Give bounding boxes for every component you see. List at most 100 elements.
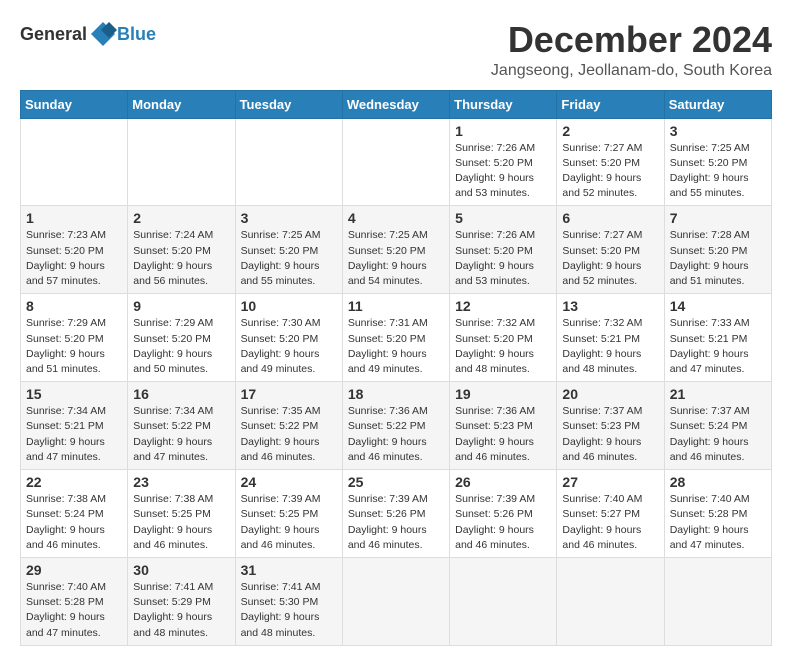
- day-number: 14: [670, 298, 766, 314]
- day-cell: 4 Sunrise: 7:25 AMSunset: 5:20 PMDaylight…: [342, 206, 449, 294]
- day-number: 5: [455, 210, 551, 226]
- day-cell: 31 Sunrise: 7:41 AMSunset: 5:30 PMDayligh…: [235, 557, 342, 645]
- calendar-subtitle: Jangseong, Jeollanam-do, South Korea: [491, 62, 772, 80]
- day-number: 13: [562, 298, 658, 314]
- day-number: 6: [562, 210, 658, 226]
- day-cell: 24 Sunrise: 7:39 AMSunset: 5:25 PMDayligh…: [235, 470, 342, 558]
- day-number: 28: [670, 474, 766, 490]
- header: General Blue December 2024 Jangseong, Je…: [20, 20, 772, 80]
- day-info: Sunrise: 7:37 AMSunset: 5:23 PMDaylight:…: [562, 404, 658, 465]
- day-info: Sunrise: 7:25 AMSunset: 5:20 PMDaylight:…: [670, 141, 766, 202]
- day-cell: 8Sunrise: 7:29 AMSunset: 5:20 PMDaylight…: [21, 294, 128, 382]
- day-info: Sunrise: 7:25 AMSunset: 5:20 PMDaylight:…: [241, 228, 337, 289]
- logo-blue: Blue: [117, 24, 156, 45]
- day-number: 24: [241, 474, 337, 490]
- day-cell: 12Sunrise: 7:32 AMSunset: 5:20 PMDayligh…: [450, 294, 557, 382]
- header-cell-friday: Friday: [557, 90, 664, 118]
- day-info: Sunrise: 7:27 AMSunset: 5:20 PMDaylight:…: [562, 141, 658, 202]
- week-row-4: 22 Sunrise: 7:38 AMSunset: 5:24 PMDayligh…: [21, 470, 772, 558]
- day-cell: 3 Sunrise: 7:25 AMSunset: 5:20 PMDaylight…: [664, 118, 771, 206]
- day-number: 27: [562, 474, 658, 490]
- day-number: 29: [26, 562, 122, 578]
- day-cell: [342, 557, 449, 645]
- day-number: 19: [455, 386, 551, 402]
- day-info: Sunrise: 7:41 AMSunset: 5:29 PMDaylight:…: [133, 580, 229, 641]
- week-row-3: 15Sunrise: 7:34 AMSunset: 5:21 PMDayligh…: [21, 382, 772, 470]
- day-cell: 9Sunrise: 7:29 AMSunset: 5:20 PMDaylight…: [128, 294, 235, 382]
- day-cell: 10 Sunrise: 7:30 AMSunset: 5:20 PMDayligh…: [235, 294, 342, 382]
- day-cell: [21, 118, 128, 206]
- day-number: 4: [348, 210, 444, 226]
- day-number: 22: [26, 474, 122, 490]
- day-info: Sunrise: 7:41 AMSunset: 5:30 PMDaylight:…: [241, 580, 337, 641]
- day-cell: [450, 557, 557, 645]
- day-number: 23: [133, 474, 229, 490]
- day-cell: [128, 118, 235, 206]
- day-cell: 30Sunrise: 7:41 AMSunset: 5:29 PMDayligh…: [128, 557, 235, 645]
- day-info: Sunrise: 7:38 AMSunset: 5:25 PMDaylight:…: [133, 492, 229, 553]
- day-cell: 25Sunrise: 7:39 AMSunset: 5:26 PMDayligh…: [342, 470, 449, 558]
- header-cell-wednesday: Wednesday: [342, 90, 449, 118]
- day-number: 1: [26, 210, 122, 226]
- week-row-0: 1Sunrise: 7:26 AMSunset: 5:20 PMDaylight…: [21, 118, 772, 206]
- day-cell: 21 Sunrise: 7:37 AMSunset: 5:24 PMDayligh…: [664, 382, 771, 470]
- header-cell-monday: Monday: [128, 90, 235, 118]
- day-cell: 23 Sunrise: 7:38 AMSunset: 5:25 PMDayligh…: [128, 470, 235, 558]
- day-info: Sunrise: 7:39 AMSunset: 5:25 PMDaylight:…: [241, 492, 337, 553]
- day-cell: 1Sunrise: 7:26 AMSunset: 5:20 PMDaylight…: [450, 118, 557, 206]
- day-cell: 15Sunrise: 7:34 AMSunset: 5:21 PMDayligh…: [21, 382, 128, 470]
- day-cell: [235, 118, 342, 206]
- logo-general: General: [20, 24, 87, 45]
- day-info: Sunrise: 7:33 AMSunset: 5:21 PMDaylight:…: [670, 316, 766, 377]
- day-number: 31: [241, 562, 337, 578]
- day-info: Sunrise: 7:30 AMSunset: 5:20 PMDaylight:…: [241, 316, 337, 377]
- calendar-table: SundayMondayTuesdayWednesdayThursdayFrid…: [20, 90, 772, 646]
- day-number: 11: [348, 298, 444, 314]
- day-cell: [342, 118, 449, 206]
- day-info: Sunrise: 7:38 AMSunset: 5:24 PMDaylight:…: [26, 492, 122, 553]
- day-cell: 7Sunrise: 7:28 AMSunset: 5:20 PMDaylight…: [664, 206, 771, 294]
- day-number: 21: [670, 386, 766, 402]
- day-info: Sunrise: 7:36 AMSunset: 5:23 PMDaylight:…: [455, 404, 551, 465]
- calendar-title: December 2024: [491, 20, 772, 60]
- header-cell-sunday: Sunday: [21, 90, 128, 118]
- day-number: 12: [455, 298, 551, 314]
- day-info: Sunrise: 7:36 AMSunset: 5:22 PMDaylight:…: [348, 404, 444, 465]
- day-number: 10: [241, 298, 337, 314]
- day-info: Sunrise: 7:27 AMSunset: 5:20 PMDaylight:…: [562, 228, 658, 289]
- day-cell: 6 Sunrise: 7:27 AMSunset: 5:20 PMDaylight…: [557, 206, 664, 294]
- header-row: SundayMondayTuesdayWednesdayThursdayFrid…: [21, 90, 772, 118]
- day-cell: 2Sunrise: 7:24 AMSunset: 5:20 PMDaylight…: [128, 206, 235, 294]
- day-number: 1: [455, 123, 551, 139]
- day-cell: 27Sunrise: 7:40 AMSunset: 5:27 PMDayligh…: [557, 470, 664, 558]
- day-cell: 22 Sunrise: 7:38 AMSunset: 5:24 PMDayligh…: [21, 470, 128, 558]
- day-cell: 14 Sunrise: 7:33 AMSunset: 5:21 PMDayligh…: [664, 294, 771, 382]
- title-area: December 2024 Jangseong, Jeollanam-do, S…: [491, 20, 772, 80]
- day-info: Sunrise: 7:34 AMSunset: 5:22 PMDaylight:…: [133, 404, 229, 465]
- day-number: 3: [670, 123, 766, 139]
- day-info: Sunrise: 7:37 AMSunset: 5:24 PMDaylight:…: [670, 404, 766, 465]
- day-cell: 20 Sunrise: 7:37 AMSunset: 5:23 PMDayligh…: [557, 382, 664, 470]
- logo: General Blue: [20, 20, 156, 48]
- day-cell: 2 Sunrise: 7:27 AMSunset: 5:20 PMDaylight…: [557, 118, 664, 206]
- day-info: Sunrise: 7:39 AMSunset: 5:26 PMDaylight:…: [348, 492, 444, 553]
- day-cell: 28 Sunrise: 7:40 AMSunset: 5:28 PMDayligh…: [664, 470, 771, 558]
- day-number: 26: [455, 474, 551, 490]
- day-info: Sunrise: 7:28 AMSunset: 5:20 PMDaylight:…: [670, 228, 766, 289]
- day-cell: 16Sunrise: 7:34 AMSunset: 5:22 PMDayligh…: [128, 382, 235, 470]
- calendar-container: General Blue December 2024 Jangseong, Je…: [20, 20, 772, 646]
- day-info: Sunrise: 7:39 AMSunset: 5:26 PMDaylight:…: [455, 492, 551, 553]
- day-info: Sunrise: 7:25 AMSunset: 5:20 PMDaylight:…: [348, 228, 444, 289]
- week-row-5: 29Sunrise: 7:40 AMSunset: 5:28 PMDayligh…: [21, 557, 772, 645]
- day-cell: 5Sunrise: 7:26 AMSunset: 5:20 PMDaylight…: [450, 206, 557, 294]
- day-info: Sunrise: 7:31 AMSunset: 5:20 PMDaylight:…: [348, 316, 444, 377]
- day-cell: 29Sunrise: 7:40 AMSunset: 5:28 PMDayligh…: [21, 557, 128, 645]
- week-row-1: 1Sunrise: 7:23 AMSunset: 5:20 PMDaylight…: [21, 206, 772, 294]
- day-cell: 26 Sunrise: 7:39 AMSunset: 5:26 PMDayligh…: [450, 470, 557, 558]
- day-cell: 17Sunrise: 7:35 AMSunset: 5:22 PMDayligh…: [235, 382, 342, 470]
- day-info: Sunrise: 7:40 AMSunset: 5:28 PMDaylight:…: [670, 492, 766, 553]
- day-number: 2: [562, 123, 658, 139]
- day-number: 17: [241, 386, 337, 402]
- day-number: 20: [562, 386, 658, 402]
- day-cell: 19 Sunrise: 7:36 AMSunset: 5:23 PMDayligh…: [450, 382, 557, 470]
